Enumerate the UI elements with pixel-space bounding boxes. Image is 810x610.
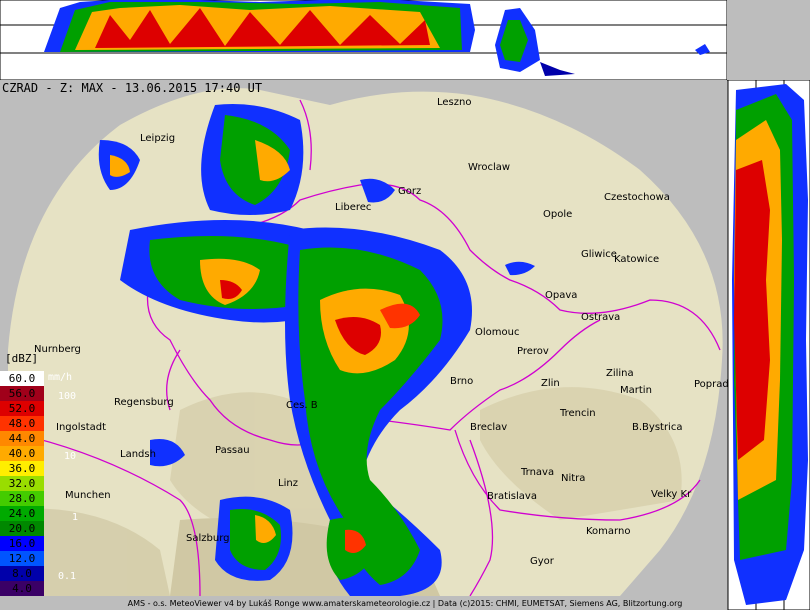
city-label: Poprad (694, 379, 729, 390)
city-label: Ces. B (286, 400, 318, 411)
city-label: Trnava (521, 467, 555, 478)
legend-level: 32.0 (0, 476, 44, 491)
legend-level: 12.0 (0, 551, 44, 566)
city-label: Gorz (398, 186, 422, 197)
city-label: Prerov (517, 346, 549, 357)
legend-level: 16.0 (0, 536, 44, 551)
city-label: Wroclaw (468, 162, 511, 173)
city-label: Velky Kr (651, 489, 692, 500)
legend-unit: [dBZ] (5, 352, 39, 365)
legend-level: 52.0 (0, 401, 44, 416)
city-label: Munchen (65, 490, 111, 501)
city-label: Nurnberg (34, 344, 81, 355)
city-label: Komarno (586, 526, 631, 537)
city-label: Leipzig (140, 133, 176, 144)
legend-level: 8.0 (0, 566, 44, 581)
city-label: Ostrava (581, 312, 621, 323)
city-label: Opole (543, 209, 573, 220)
city-label: Leszno (437, 97, 472, 108)
product-title: CZRAD - Z: MAX - 13.06.2015 17:40 UT (2, 81, 263, 95)
right-cross-section (727, 80, 810, 610)
legend-level: 60.0 (0, 371, 44, 386)
city-label: Salzburg (186, 533, 230, 544)
city-label: Czestochowa (604, 192, 670, 203)
legend-rain-unit: mm/h (48, 372, 73, 383)
city-label: Liberec (335, 202, 372, 213)
city-label: Zlin (541, 378, 560, 389)
rain-rate-label: 1 (72, 512, 79, 523)
city-label: Trencin (560, 408, 596, 419)
city-label: Martin (620, 385, 652, 396)
rain-rate-label: 0.1 (58, 571, 77, 582)
city-label: Ingolstadt (56, 422, 107, 433)
city-label: Passau (215, 445, 250, 456)
city-label: Brno (450, 376, 474, 387)
city-label: Breclav (470, 422, 508, 433)
city-label: Zilina (606, 368, 634, 379)
legend-level: 4.0 (0, 581, 44, 596)
top-cross-section (0, 0, 810, 81)
legend-level: 48.0 (0, 416, 44, 431)
legend-level: 40.0 (0, 446, 44, 461)
city-label: Gliwice (581, 249, 617, 260)
city-label: Gyor (530, 556, 554, 567)
city-label: Landsh (120, 449, 156, 460)
rain-rate-label: 10 (64, 451, 77, 462)
rain-rate-label: 100 (58, 391, 77, 402)
city-label: Regensburg (114, 397, 174, 408)
legend-level: 20.0 (0, 521, 44, 536)
city-label: Opava (545, 290, 578, 301)
city-label: Katowice (614, 254, 660, 265)
legend-level: 24.0 (0, 506, 44, 521)
city-label: Linz (278, 478, 298, 489)
legend-level: 36.0 (0, 461, 44, 476)
city-label: B.Bystrica (632, 422, 683, 433)
radar-viewer: CZRAD - Z: MAX - 13.06.2015 17:40 UT Lei… (0, 0, 810, 610)
city-label: Bratislava (487, 491, 537, 502)
legend-level: 56.0 (0, 386, 44, 401)
data-credits: AMS - o.s. MeteoViewer v4 by Lukáš Ronge… (127, 599, 683, 608)
legend-level: 44.0 (0, 431, 44, 446)
legend-level: 28.0 (0, 491, 44, 506)
right-cross-section-echoes (732, 84, 808, 605)
radar-map (0, 80, 727, 596)
city-label: Olomouc (475, 327, 520, 338)
city-label: Nitra (561, 473, 586, 484)
